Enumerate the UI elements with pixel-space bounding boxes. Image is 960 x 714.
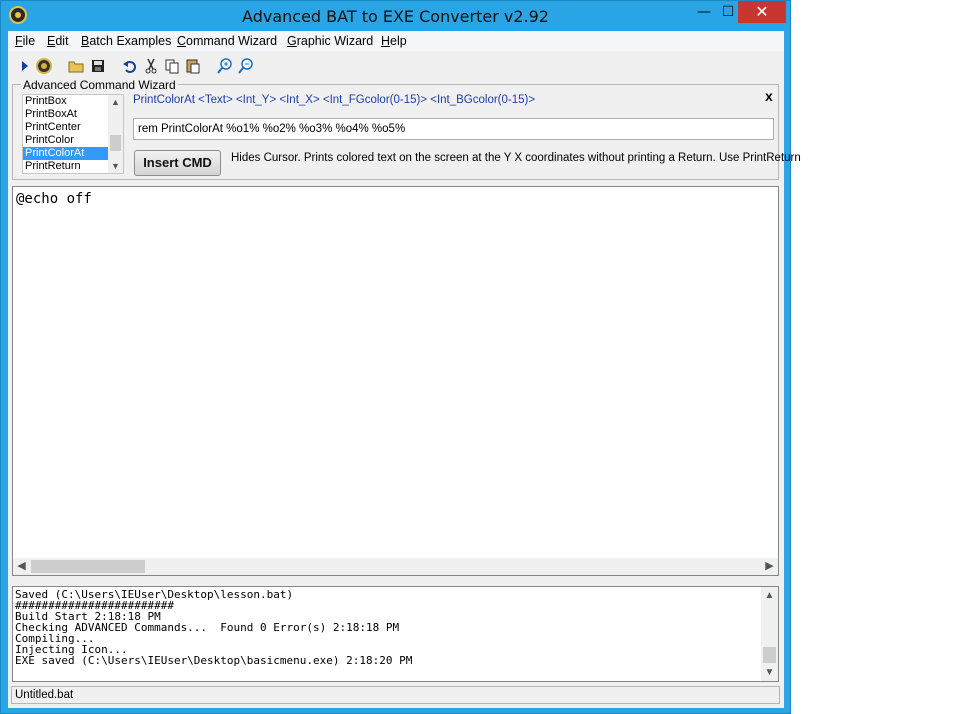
wizard-legend: Advanced Command Wizard xyxy=(21,78,178,92)
save-icon[interactable] xyxy=(89,57,107,75)
editor-content[interactable]: @echo off xyxy=(16,191,92,207)
chevron-right-icon[interactable]: ▶ xyxy=(761,558,778,575)
list-item[interactable]: PrintReturn xyxy=(23,160,109,173)
title-bar[interactable]: Advanced BAT to EXE Converter v2.92 — ☐ … xyxy=(1,1,790,31)
command-description: Hides Cursor. Prints colored text on the… xyxy=(231,152,801,164)
zoom-in-icon[interactable] xyxy=(216,57,234,75)
editor-horizontal-scrollbar[interactable]: ◀ ▶ xyxy=(13,558,778,575)
chevron-left-icon[interactable]: ◀ xyxy=(13,558,30,575)
list-item[interactable]: PrintCenter xyxy=(23,121,109,134)
client-area: File Edit Batch Examples Command Wizard … xyxy=(8,31,801,708)
insert-cmd-button[interactable]: Insert CMD xyxy=(134,150,221,176)
list-item[interactable]: PrintBox xyxy=(23,95,109,108)
chevron-down-icon[interactable]: ▼ xyxy=(761,664,778,681)
chevron-up-icon[interactable]: ▲ xyxy=(108,95,123,109)
command-wizard-panel: Advanced Command Wizard x PrintBox Print… xyxy=(12,78,801,180)
menu-graphic-wizard[interactable]: Graphic Wizard xyxy=(287,34,373,48)
command-syntax: PrintColorAt <Text> <Int_Y> <Int_X> <Int… xyxy=(133,94,536,106)
log-lines: Saved (C:\Users\IEUser\Desktop\lesson.ba… xyxy=(15,589,412,666)
copy-icon[interactable] xyxy=(163,57,181,75)
menu-command-wizard[interactable]: Command Wizard xyxy=(177,34,277,48)
menu-edit[interactable]: Edit xyxy=(47,34,69,48)
paste-icon[interactable] xyxy=(184,57,202,75)
menu-help[interactable]: Help xyxy=(381,34,407,48)
command-list[interactable]: PrintBox PrintBoxAt PrintCenter PrintCol… xyxy=(22,94,124,174)
status-bar: Untitled.bat xyxy=(11,686,780,704)
log-line: EXE saved (C:\Users\IEUser\Desktop\basic… xyxy=(15,654,413,667)
scroll-thumb[interactable] xyxy=(110,135,121,151)
close-button[interactable]: ✕ xyxy=(738,1,786,23)
script-editor[interactable]: @echo off ◀ ▶ xyxy=(12,186,779,576)
menu-bar: File Edit Batch Examples Command Wizard … xyxy=(8,31,784,51)
list-item[interactable]: PrintColor xyxy=(23,134,109,147)
list-item-selected[interactable]: PrintColorAt xyxy=(23,147,109,160)
chevron-down-icon[interactable]: ▼ xyxy=(108,159,123,173)
command-input[interactable] xyxy=(133,118,774,140)
chevron-up-icon[interactable]: ▲ xyxy=(761,587,778,604)
zoom-out-icon[interactable] xyxy=(237,57,255,75)
command-list-scrollbar[interactable]: ▲ ▼ xyxy=(108,95,123,173)
menu-file[interactable]: File xyxy=(15,34,35,48)
window-title: Advanced BAT to EXE Converter v2.92 xyxy=(242,7,549,26)
menu-batch-examples[interactable]: Batch Examples xyxy=(81,34,171,48)
log-vertical-scrollbar[interactable]: ▲ ▼ xyxy=(761,587,778,681)
scroll-thumb[interactable] xyxy=(31,560,145,573)
build-log[interactable]: Saved (C:\Users\IEUser\Desktop\lesson.ba… xyxy=(12,586,779,682)
list-item[interactable]: PrintBoxAt xyxy=(23,108,109,121)
wizard-close-button[interactable]: x xyxy=(765,88,773,104)
run-icon[interactable] xyxy=(16,57,34,75)
compile-icon[interactable] xyxy=(35,57,53,75)
toolbar xyxy=(8,53,784,79)
undo-icon[interactable] xyxy=(121,57,139,75)
open-folder-icon[interactable] xyxy=(67,57,85,75)
app-window: Advanced BAT to EXE Converter v2.92 — ☐ … xyxy=(0,0,801,714)
cut-icon[interactable] xyxy=(142,57,160,75)
scroll-thumb[interactable] xyxy=(763,647,776,663)
